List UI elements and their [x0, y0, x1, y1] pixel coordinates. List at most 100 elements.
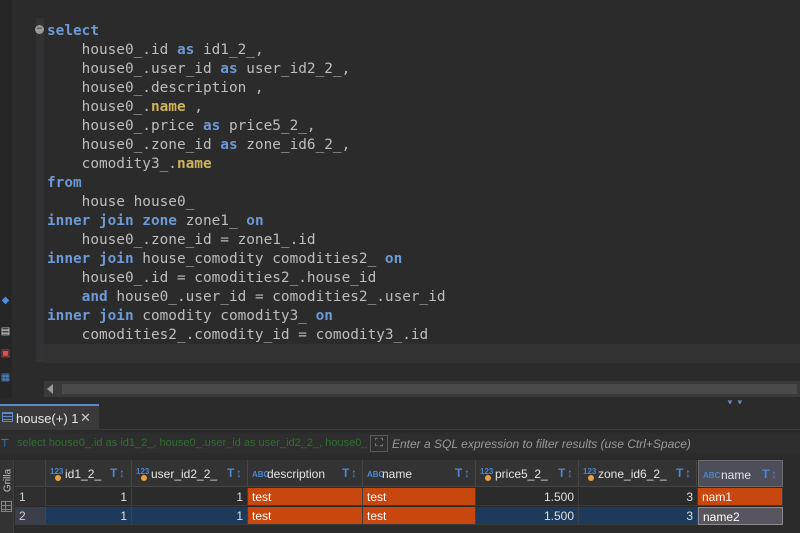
- editor-side-toolbar: ◆ ▤ ▣ ▦: [0, 0, 12, 398]
- filter-icon[interactable]: T: [455, 466, 462, 480]
- sort-icon[interactable]: ↕: [236, 466, 242, 480]
- sql-keyword: on: [315, 308, 333, 324]
- table-cell[interactable]: 3: [579, 507, 698, 525]
- row-number[interactable]: 1: [15, 488, 46, 506]
- code-line[interactable]: inner join comodity comodity3_ on: [47, 307, 446, 326]
- table-cell[interactable]: 1.500: [476, 488, 579, 506]
- column-header[interactable]: 123 user_id2_2_ T ↕: [132, 460, 248, 487]
- execute-icon[interactable]: ◆: [0, 295, 11, 307]
- explain-icon[interactable]: ▣: [0, 348, 11, 360]
- filter-input[interactable]: Enter a SQL expression to filter results…: [392, 437, 691, 451]
- column-name: id1_2_: [65, 467, 102, 481]
- column-header[interactable]: 123 zone_id6_2_ T ↕: [579, 460, 697, 487]
- code-line[interactable]: house0_.description ,: [47, 79, 446, 98]
- scrollbar-thumb[interactable]: [62, 384, 797, 394]
- filter-icon[interactable]: T: [762, 467, 769, 481]
- query-gutter: [36, 18, 44, 362]
- horizontal-scrollbar[interactable]: [44, 381, 800, 397]
- sql-text: house house0_: [47, 194, 195, 210]
- code-line[interactable]: house0_.zone_id as zone_id6_2_,: [47, 136, 446, 155]
- table-cell-focused[interactable]: name2: [698, 507, 783, 525]
- sql-text: house0_.user_id = comodities2_.user_id: [107, 289, 446, 305]
- sql-text: house0_.description ,: [47, 80, 264, 96]
- filter-icon[interactable]: T: [676, 466, 683, 480]
- code-line[interactable]: select: [47, 22, 446, 41]
- column-name: name: [382, 467, 413, 481]
- row-number-header[interactable]: [15, 460, 46, 487]
- table-icon: [2, 412, 13, 422]
- key-icon: [588, 475, 594, 481]
- sort-icon[interactable]: ↕: [567, 466, 573, 480]
- fold-icon[interactable]: −: [35, 25, 44, 34]
- code-line[interactable]: house0_.name ,: [47, 98, 446, 117]
- sql-text: zone_id6_2_,: [237, 137, 351, 153]
- table-cell[interactable]: 3: [579, 488, 698, 506]
- code-line[interactable]: from: [47, 174, 446, 193]
- column-header[interactable]: ABC name T ↕: [363, 460, 476, 487]
- code-line[interactable]: house0_.id as id1_2_,: [47, 41, 446, 60]
- sql-keyword: inner join: [47, 251, 134, 267]
- grid-mode-label[interactable]: Grilla: [3, 464, 14, 498]
- grid-icon[interactable]: [1, 501, 12, 512]
- results-tab-bar: house(+) 1 ✕: [0, 404, 800, 430]
- table-cell[interactable]: test: [248, 488, 363, 506]
- code-line[interactable]: house0_.zone_id = zone1_.id: [47, 231, 446, 250]
- code-line[interactable]: house house0_: [47, 193, 446, 212]
- sql-identifier: name: [176, 156, 212, 172]
- column-name: price5_2_: [495, 467, 548, 481]
- code-line[interactable]: house0_.price as price5_2_,: [47, 117, 446, 136]
- sort-icon[interactable]: ↕: [685, 466, 691, 480]
- column-header[interactable]: 123 price5_2_ T ↕: [476, 460, 579, 487]
- sort-icon[interactable]: ↕: [771, 467, 777, 481]
- sort-icon[interactable]: ↕: [351, 466, 357, 480]
- sql-text: house0_.zone_id: [47, 137, 221, 153]
- current-line-highlight: [44, 344, 800, 363]
- table-cell[interactable]: test: [363, 488, 476, 506]
- column-header-selected[interactable]: ABC name T ↕: [698, 460, 783, 487]
- script-icon[interactable]: ▤: [0, 326, 11, 338]
- tab-label: house(+) 1: [16, 411, 79, 426]
- code-line[interactable]: house0_.id = comodities2_.house_id: [47, 269, 446, 288]
- export-icon[interactable]: ▦: [0, 372, 11, 384]
- table-cell[interactable]: 1: [46, 507, 132, 525]
- sql-editor[interactable]: ◆ ▤ ▣ ▦ − select house0_.id as id1_2_, h…: [0, 0, 800, 398]
- table-cell[interactable]: 1.500: [476, 507, 579, 525]
- column-header[interactable]: 123 id1_2_ T ↕: [46, 460, 132, 487]
- key-icon: [55, 475, 61, 481]
- sql-code[interactable]: select house0_.id as id1_2_, house0_.use…: [47, 22, 446, 345]
- code-line[interactable]: comodity3_.name: [47, 155, 446, 174]
- column-header[interactable]: ABC description T ↕: [248, 460, 363, 487]
- code-line[interactable]: house0_.user_id as user_id2_2_,: [47, 60, 446, 79]
- sort-icon[interactable]: ↕: [119, 466, 125, 480]
- table-cell[interactable]: test: [363, 507, 476, 525]
- code-line[interactable]: comodities2_.comodity_id = comodity3_.id: [47, 326, 446, 345]
- code-line[interactable]: inner join zone zone1_ on: [47, 212, 446, 231]
- filter-icon[interactable]: T: [558, 466, 565, 480]
- table-cell[interactable]: 1: [132, 507, 248, 525]
- table-cell[interactable]: 1: [46, 488, 132, 506]
- sql-text: price5_2_,: [220, 118, 316, 134]
- table-cell[interactable]: test: [248, 507, 363, 525]
- table-cell[interactable]: nam1: [698, 488, 783, 506]
- column-name: description: [267, 467, 326, 481]
- filter-icon[interactable]: T: [227, 466, 234, 480]
- sort-icon[interactable]: ↕: [464, 466, 470, 480]
- row-number[interactable]: 2: [15, 507, 46, 525]
- code-line[interactable]: inner join house_comodity comodities2_ o…: [47, 250, 446, 269]
- filter-icon[interactable]: T: [342, 466, 349, 480]
- sql-keyword: as: [220, 137, 238, 153]
- sql-text: comodity comodity3_: [133, 308, 316, 324]
- filter-history-button[interactable]: ⛶: [370, 435, 388, 452]
- results-grid[interactable]: 123 id1_2_ T ↕ 123 user_id2_2_ T ↕ ABC d…: [15, 460, 800, 533]
- table-cell[interactable]: 1: [132, 488, 248, 506]
- code-line[interactable]: and house0_.user_id = comodities2_.user_…: [47, 288, 446, 307]
- sql-keyword: as: [176, 42, 195, 58]
- scroll-left-icon[interactable]: [47, 384, 53, 394]
- sql-text: id1_2_,: [194, 42, 264, 58]
- query-text: select house0_.id as id1_2_, house0_.use…: [17, 437, 367, 449]
- filter-icon[interactable]: T: [110, 466, 117, 480]
- close-icon[interactable]: ✕: [80, 410, 91, 426]
- sql-identifier: name: [150, 99, 186, 115]
- tab-results[interactable]: house(+) 1 ✕: [0, 404, 99, 430]
- sql-text: house0_.user_id: [47, 61, 221, 77]
